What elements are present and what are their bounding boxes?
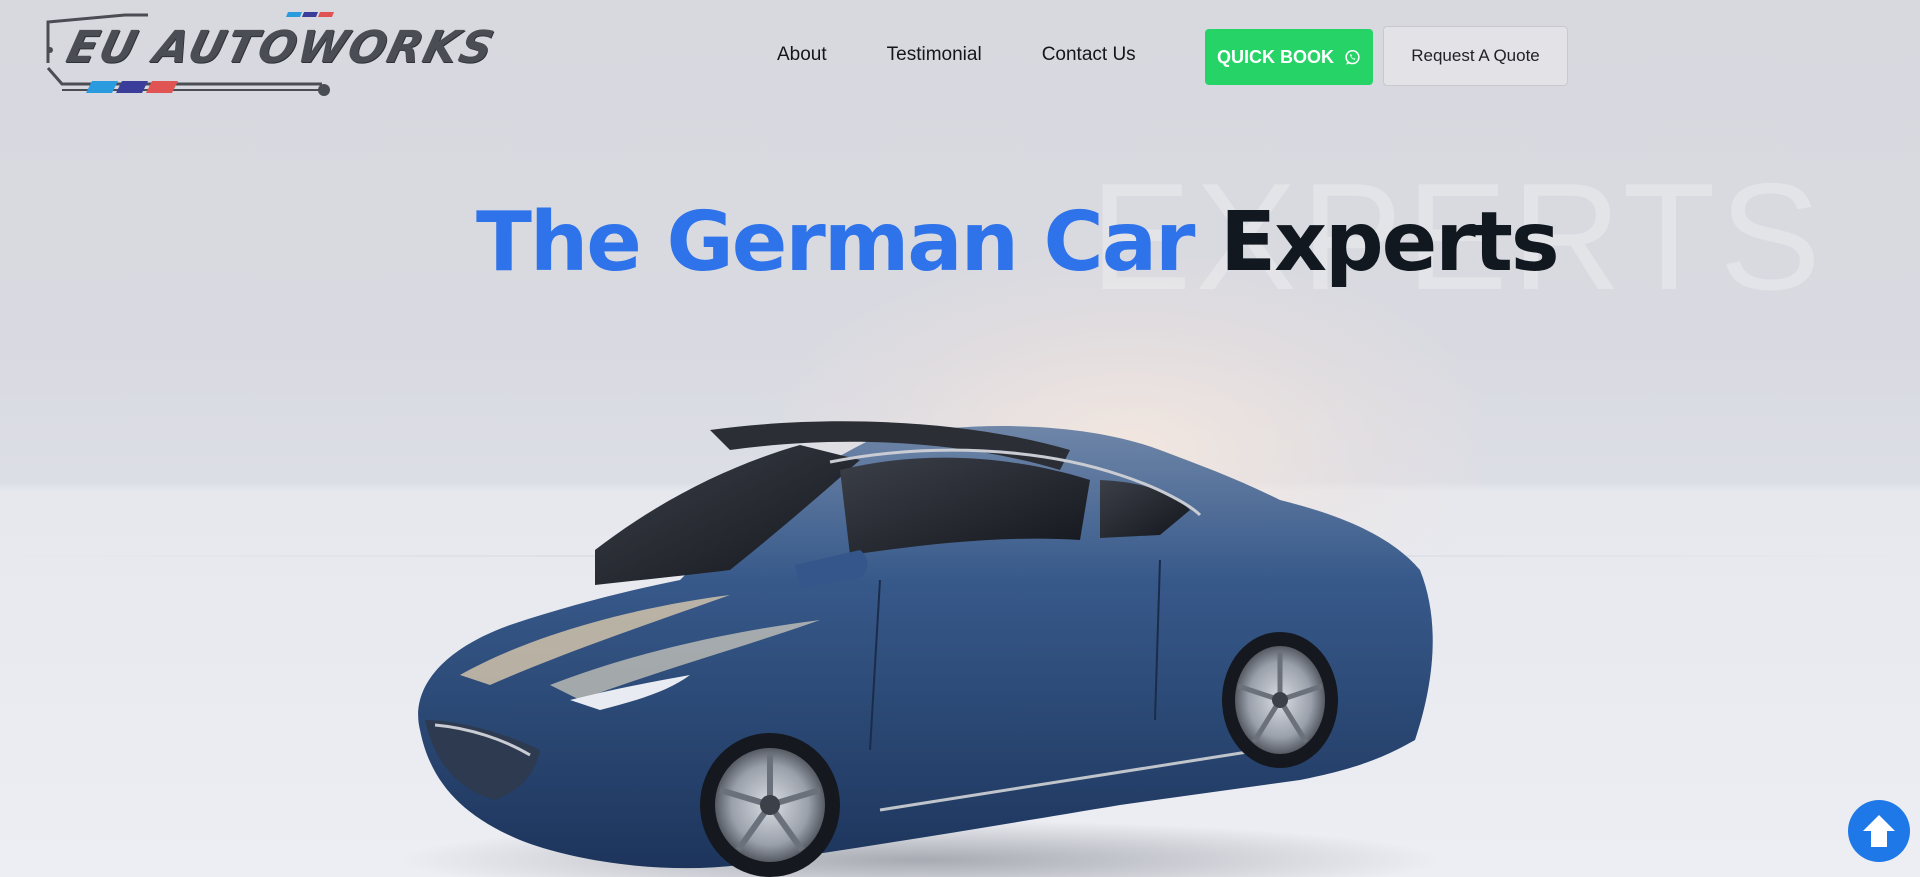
main-nav: About Testimonial Contact Us bbox=[777, 30, 1136, 80]
hero-headline: The German Car Experts bbox=[476, 195, 1560, 290]
request-quote-button[interactable]: Request A Quote bbox=[1383, 26, 1568, 86]
nav-contact-us[interactable]: Contact Us bbox=[1042, 44, 1136, 66]
headline-blue-part: The German Car bbox=[476, 195, 1195, 290]
hero-car-image bbox=[400, 421, 1440, 877]
scroll-to-top-button[interactable] bbox=[1848, 800, 1910, 862]
nav-about[interactable]: About bbox=[777, 44, 827, 66]
quick-book-label: QUICK BOOK bbox=[1217, 46, 1334, 67]
nav-testimonial[interactable]: Testimonial bbox=[887, 44, 982, 66]
headline-dark-part: Experts bbox=[1220, 195, 1560, 290]
quick-book-button[interactable]: QUICK BOOK bbox=[1205, 29, 1373, 85]
site-header: EU AUTOWORKS About Testimonial Contact U… bbox=[0, 0, 1920, 110]
logo[interactable]: EU AUTOWORKS bbox=[40, 8, 500, 100]
whatsapp-icon bbox=[1345, 49, 1360, 65]
arrow-up-icon bbox=[1863, 815, 1895, 847]
logo-text: EU AUTOWORKS bbox=[61, 22, 501, 73]
